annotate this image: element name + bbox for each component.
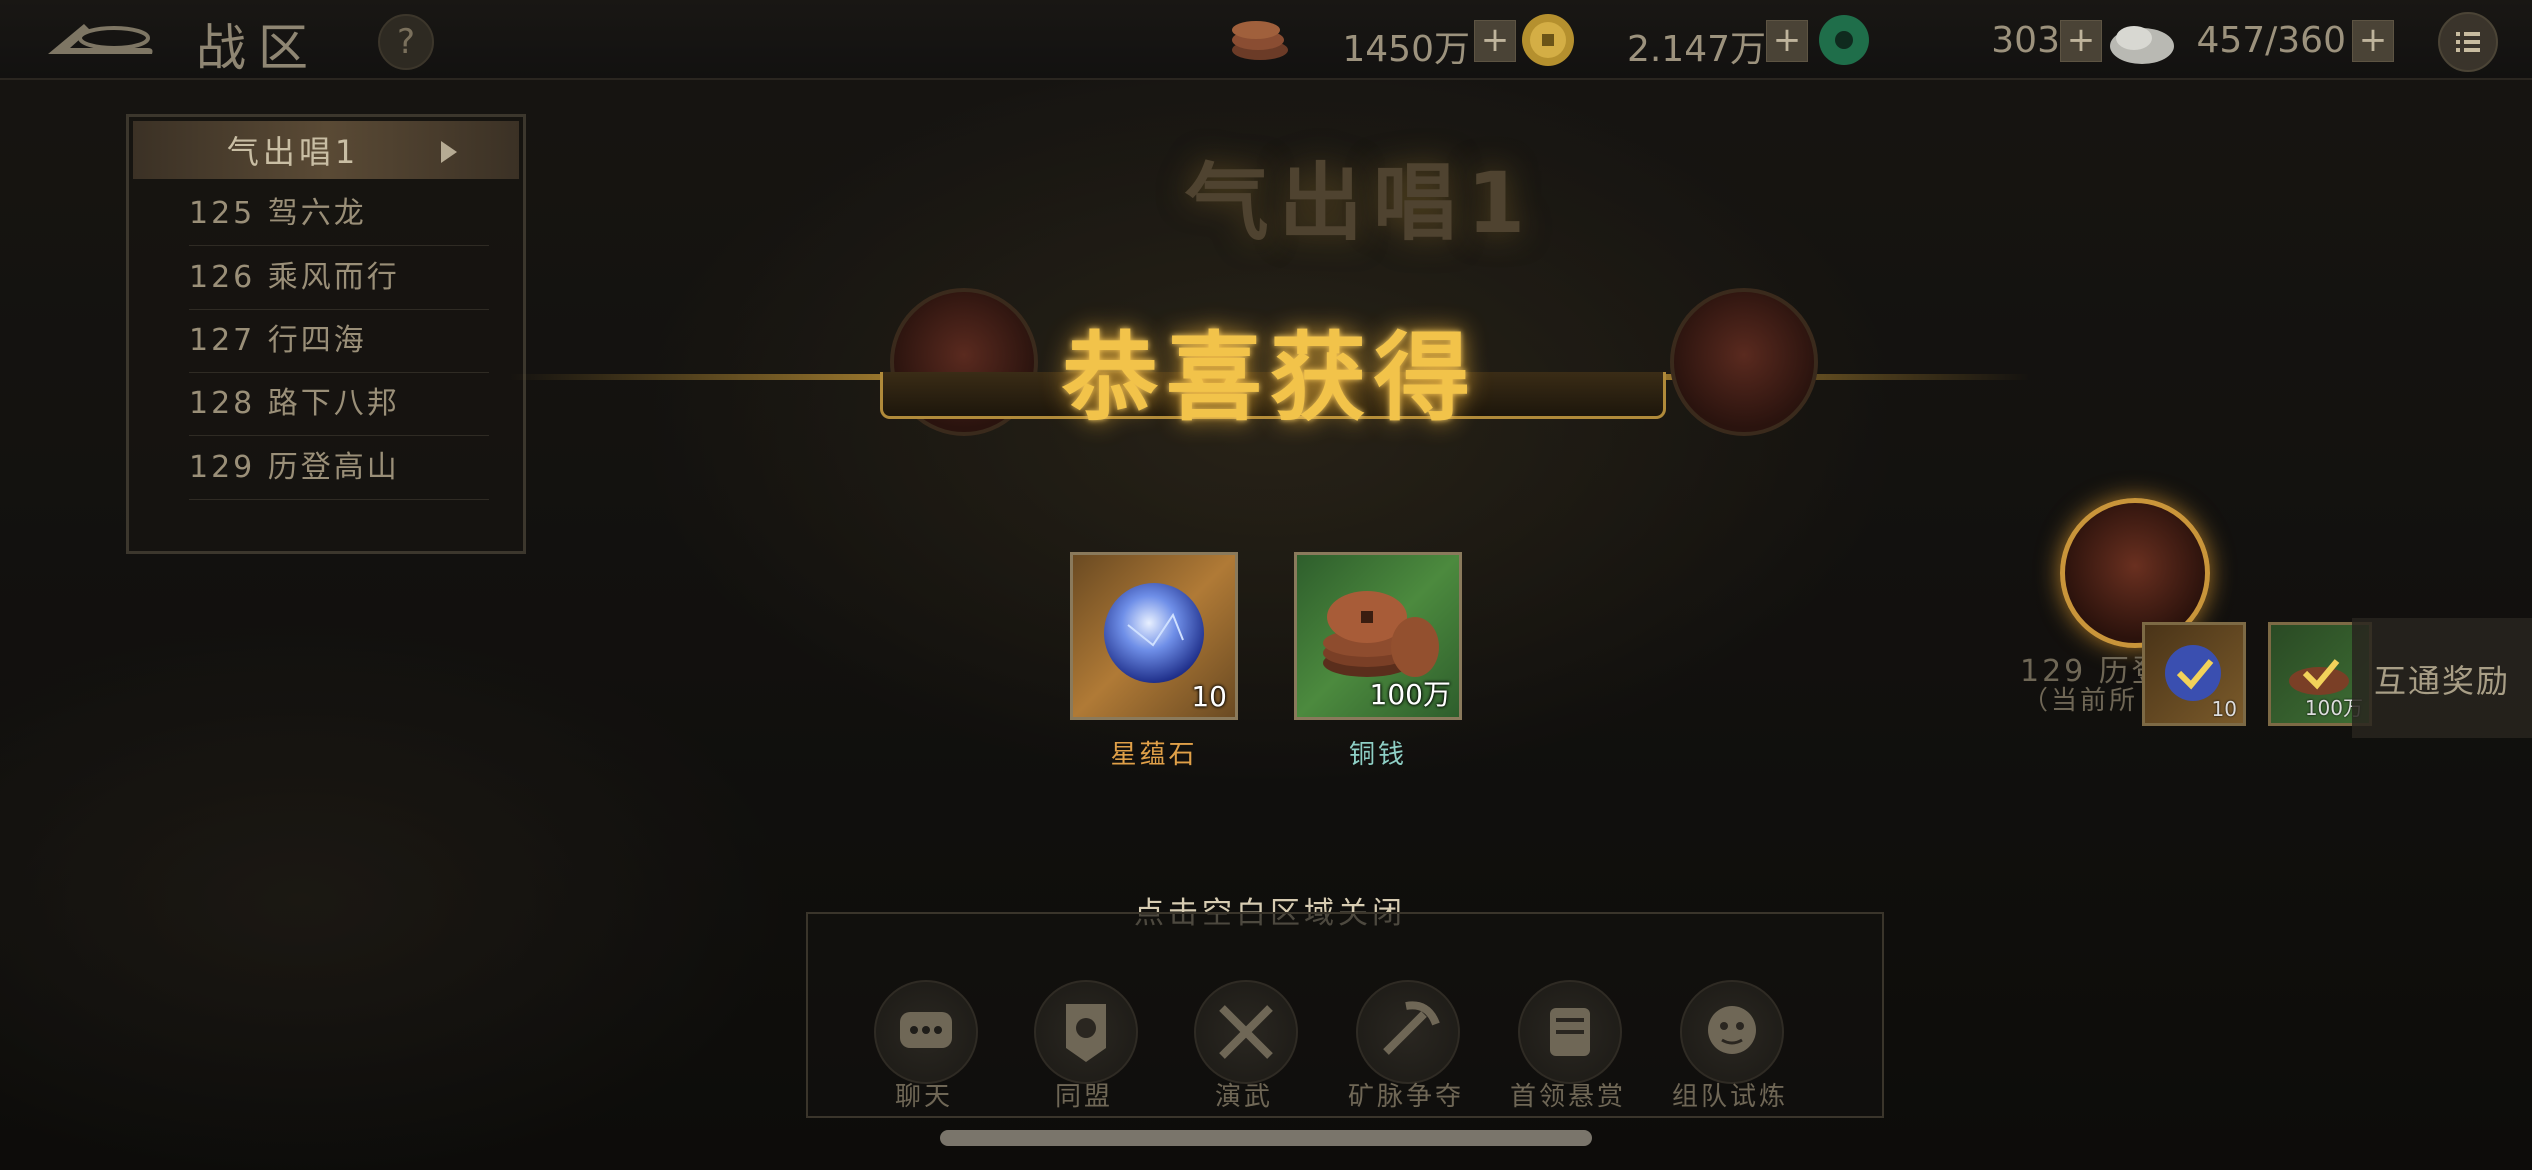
chat-button[interactable] (874, 980, 978, 1084)
jade-value: 303 (1991, 20, 2060, 61)
current-zone-sublabel: （当前所 (2022, 686, 2139, 716)
mini-reward-quantity: 10 (2211, 697, 2237, 721)
team-mask-icon (1708, 1006, 1756, 1054)
scroll-icon (1550, 1008, 1590, 1056)
zone-list-header[interactable]: 气出唱1 (133, 121, 519, 179)
jade-disc-icon (1816, 14, 1872, 66)
zone-list-item[interactable]: 128 路下八邦 (189, 373, 489, 436)
crossed-swords-icon (1219, 1005, 1273, 1059)
top-bar: 战区 ? 1450万 + 2.147万 + 303 + 457/360 + (0, 0, 2532, 80)
zone-list-panel: 气出唱1 125 驾六龙 126 乘风而行 127 行四海 128 路下八邦 1… (126, 114, 526, 554)
mini-reward-item[interactable]: 10 (2142, 622, 2246, 726)
gold-coin-icon (1520, 12, 1576, 66)
gold-value: 2.147万 (1626, 29, 1766, 70)
stamina-stone-icon (2106, 16, 2176, 68)
menu-button[interactable] (2438, 12, 2498, 72)
expand-arrow-icon (441, 141, 457, 163)
zone-list-item[interactable]: 129 历登高山 (189, 437, 489, 500)
reward-item[interactable]: 100万 (1294, 552, 1462, 720)
reward-name: 星蕴石 (1110, 740, 1198, 770)
alliance-button[interactable] (1034, 980, 1138, 1084)
back-button[interactable] (44, 18, 156, 62)
reward-popup-title: 恭喜获得 (1062, 322, 1478, 434)
zone-list-header-label: 气出唱1 (226, 133, 360, 171)
help-button[interactable]: ? (378, 14, 434, 70)
interop-rewards-label: 互通奖励 (2373, 662, 2510, 700)
chat-label: 聊天 (894, 1082, 953, 1112)
list-menu-icon (2456, 32, 2480, 52)
mine-contest-button[interactable] (1356, 980, 1460, 1084)
copper-value: 1450万 (1342, 29, 1470, 70)
add-gold-button[interactable]: + (1766, 20, 1808, 62)
interop-rewards-button[interactable]: 互通奖励 (2352, 618, 2532, 738)
alliance-banner-icon (1066, 1004, 1106, 1062)
team-trial-label: 组队试炼 (1671, 1082, 1788, 1112)
zone-big-title: 气出唱1 (1184, 154, 1536, 252)
boss-bounty-label: 首领悬赏 (1509, 1082, 1626, 1112)
page-title: 战区 (196, 19, 320, 77)
zone-list-item[interactable]: 126 乘风而行 (189, 247, 489, 310)
home-indicator[interactable] (940, 1130, 1592, 1146)
alliance-label: 同盟 (1054, 1082, 1113, 1112)
copper-coin-stack-icon (1228, 14, 1288, 66)
zone-list-item[interactable]: 125 驾六龙 (189, 183, 489, 246)
add-jade-button[interactable]: + (2060, 20, 2102, 62)
stamina-value: 457/360 (2196, 20, 2346, 61)
boss-bounty-button[interactable] (1518, 980, 1622, 1084)
add-copper-button[interactable]: + (1474, 20, 1516, 62)
pickaxe-icon (1383, 1001, 1440, 1055)
reward-quantity: 100万 (1369, 678, 1451, 711)
mine-contest-label: 矿脉争夺 (1347, 1082, 1464, 1112)
reward-item[interactable]: 10 (1070, 552, 1238, 720)
team-trial-button[interactable] (1680, 980, 1784, 1084)
zone-list-item[interactable]: 127 行四海 (189, 310, 489, 373)
martial-button[interactable] (1194, 980, 1298, 1084)
add-stamina-button[interactable]: + (2352, 20, 2394, 62)
chat-bubble-icon (900, 1012, 952, 1048)
back-arrow-icon (48, 24, 153, 54)
zone-emblem-icon (1670, 288, 1818, 436)
reward-name: 铜钱 (1348, 740, 1407, 770)
martial-label: 演武 (1214, 1082, 1273, 1112)
reward-quantity: 10 (1191, 680, 1227, 713)
